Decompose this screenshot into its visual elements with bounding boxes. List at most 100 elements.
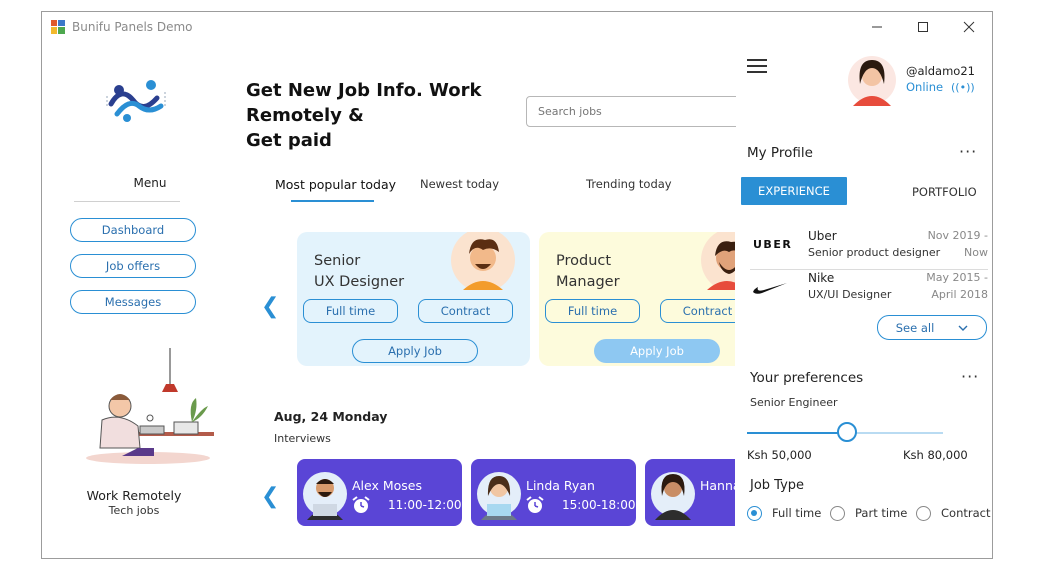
experience-date-to: April 2018 (931, 288, 988, 301)
interviewee-avatar-icon (303, 472, 347, 520)
dashboard-button[interactable]: Dashboard (70, 218, 196, 242)
experience-item[interactable]: Nike UX/UI Designer May 2015 - April 201… (750, 271, 988, 311)
online-status: Online (906, 80, 944, 94)
minimize-button[interactable] (854, 12, 900, 42)
preferences-more-icon[interactable]: ··· (961, 367, 979, 386)
radio-indicator (916, 505, 931, 521)
active-tab-indicator (291, 200, 374, 202)
chevron-down-icon (958, 325, 968, 331)
radio-full-time[interactable]: Full time (747, 503, 821, 523)
radio-contract[interactable]: Contract (916, 503, 990, 523)
job-title: Senior UX Designer (314, 251, 404, 293)
close-icon (963, 21, 975, 33)
interviewee-avatar-icon (651, 472, 695, 520)
interview-card[interactable]: Linda Ryan 15:00-18:00 (471, 459, 636, 526)
radio-indicator (747, 505, 762, 521)
user-avatar[interactable] (847, 54, 897, 106)
full-time-tag[interactable]: Full time (303, 299, 398, 323)
window-title: Bunifu Panels Demo (72, 20, 193, 34)
experience-date-from: Nov 2019 - (927, 229, 988, 242)
job-title-line: Product (556, 253, 612, 269)
experience-date-to: Now (964, 246, 988, 259)
alarm-clock-icon (526, 496, 544, 513)
profile-panel: @aldamo21 Online ((•)) My Profile ··· EX… (736, 42, 992, 558)
interview-card[interactable]: Alex Moses 11:00-12:00 (297, 459, 462, 526)
maximize-icon (918, 22, 928, 32)
experience-divider (750, 269, 988, 270)
salary-slider-thumb[interactable] (836, 422, 857, 442)
apply-job-button[interactable]: Apply Job (594, 339, 720, 363)
radio-label: Contract (941, 506, 991, 520)
uber-logo: UBER (753, 238, 793, 251)
job-avatar-icon (451, 232, 515, 290)
brand-logo (106, 80, 166, 122)
experience-role: Senior product designer (808, 246, 941, 259)
preferred-role: Senior Engineer (750, 396, 838, 409)
job-type-title: Job Type (750, 478, 805, 493)
experience-item[interactable]: UBER Uber Senior product designer Nov 20… (750, 229, 988, 269)
tab-experience[interactable]: EXPERIENCE (741, 177, 847, 205)
radio-indicator (830, 505, 845, 521)
job-title-line: UX Designer (314, 274, 405, 290)
close-button[interactable] (946, 12, 992, 42)
page-headline: Get New Job Info. Work Remotely & Get pa… (246, 78, 486, 153)
maximize-button[interactable] (900, 12, 946, 42)
remote-work-illustration (86, 348, 214, 464)
tab-portfolio[interactable]: PORTFOLIO (912, 185, 977, 199)
contract-tag[interactable]: Contract (418, 299, 513, 323)
job-title-line: Manager (556, 274, 620, 290)
job-card[interactable]: Senior UX Designer Full time Contract Ap… (297, 232, 530, 366)
profile-section-title: My Profile (747, 145, 813, 161)
see-all-label: See all (895, 320, 935, 335)
hamburger-menu-icon[interactable] (747, 59, 767, 73)
promo-title: Work Remotely (86, 488, 182, 503)
headline-line: Get paid (246, 130, 332, 151)
menu-title: Menu (133, 176, 167, 190)
radio-label: Part time (855, 506, 908, 520)
job-title-line: Senior (314, 253, 361, 269)
tab-trending[interactable]: Trending today (586, 177, 672, 191)
interviews-prev-arrow[interactable]: ❮ (261, 484, 279, 509)
radio-part-time[interactable]: Part time (830, 503, 907, 523)
minimize-icon (872, 26, 882, 28)
tab-most-popular[interactable]: Most popular today (275, 177, 396, 192)
title-bar: Bunifu Panels Demo (42, 12, 992, 42)
experience-role: UX/UI Designer (808, 288, 892, 301)
profile-more-icon[interactable]: ··· (959, 142, 977, 161)
job-title: Product Manager (556, 251, 620, 293)
salary-min: Ksh 50,000 (747, 448, 812, 462)
full-time-tag[interactable]: Full time (545, 299, 640, 323)
job-offers-button[interactable]: Job offers (70, 254, 196, 278)
contract-tag[interactable]: Contract (660, 299, 735, 323)
app-icon (51, 20, 65, 34)
apply-job-button[interactable]: Apply Job (352, 339, 478, 363)
signal-icon: ((•)) (951, 81, 975, 94)
jobs-prev-arrow[interactable]: ❮ (261, 294, 279, 319)
see-all-button[interactable]: See all (877, 315, 987, 340)
interview-time: 11:00-12:00 (388, 498, 462, 512)
nike-logo-icon (753, 283, 787, 294)
username: @aldamo21 (906, 64, 975, 78)
promo-subtitle: Tech jobs (108, 504, 160, 517)
interview-card[interactable]: Hanna (645, 459, 735, 526)
search-input[interactable] (526, 96, 756, 127)
messages-button[interactable]: Messages (70, 290, 196, 314)
app-window: Bunifu Panels Demo Menu Dashboard Job of… (41, 11, 993, 559)
experience-date-from: May 2015 - (926, 271, 988, 284)
interviewee-name: Hanna (700, 478, 735, 493)
radio-label: Full time (772, 506, 822, 520)
tab-newest[interactable]: Newest today (420, 177, 499, 191)
interviewee-name: Alex Moses (352, 478, 423, 493)
preferences-title: Your preferences (750, 370, 864, 386)
alarm-clock-icon (352, 496, 370, 513)
interviewee-name: Linda Ryan (526, 478, 595, 493)
experience-company: Nike (808, 271, 835, 285)
job-card[interactable]: Product Manager Full time Contract Apply… (539, 232, 735, 366)
interview-time: 15:00-18:00 (562, 498, 636, 512)
salary-max: Ksh 80,000 (903, 448, 968, 462)
menu-divider (74, 201, 180, 202)
job-avatar-icon (701, 232, 735, 290)
headline-line: Remotely & (246, 105, 364, 126)
experience-company: Uber (808, 229, 837, 243)
interviews-label: Interviews (274, 432, 331, 445)
